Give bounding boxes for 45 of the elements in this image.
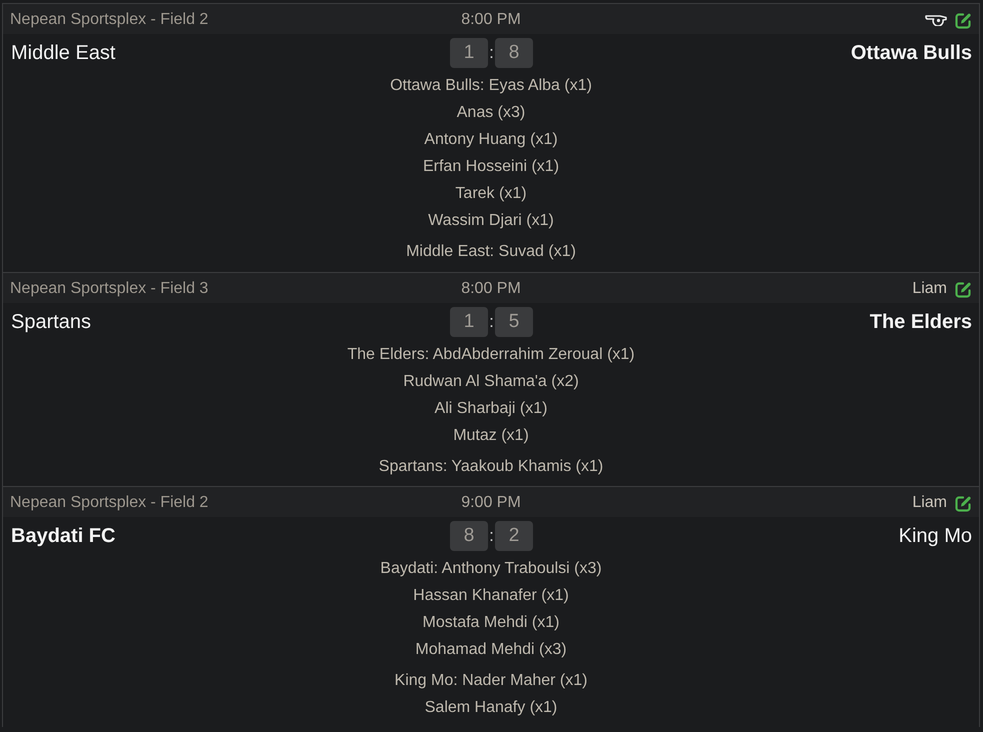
game-time: 8:00 PM [461,11,521,29]
edit-icon[interactable] [955,494,972,512]
scorer-line: Ottawa Bulls: Eyas Alba (x1) [390,76,592,96]
away-score: 8 [495,38,533,68]
scorer-line: Rudwan Al Shama'a (x2) [403,372,579,392]
scorer-line: Hassan Khanafer (x1) [413,586,569,606]
scorer-line: Salem Hanafy (x1) [424,698,558,718]
team-name: Ottawa Bulls [850,42,972,64]
team-name: Middle East [11,42,116,64]
game-time: 8:00 PM [461,280,521,298]
scorer-line: Middle East: Suvad (x1) [406,242,576,262]
score-separator: : [488,312,495,332]
team-name: King Mo [898,524,972,548]
scorer-line: Antony Huang (x1) [424,130,558,150]
referee-name: Liam [912,494,947,512]
home-score: 1 [450,307,488,337]
edit-icon[interactable] [955,280,972,298]
away-score: 2 [495,521,533,551]
scorer-line: Erfan Hosseini (x1) [422,157,560,177]
team-name: The Elders [870,310,972,334]
scorer-line: Mohamad Mehdi (x3) [415,640,567,660]
team-name: Spartans [11,310,92,334]
scorer-line: Mutaz (x1) [453,426,529,446]
scorer-line: King Mo: Nader Maher (x1) [394,671,588,691]
scorer-line: Tarek (x1) [455,184,527,204]
score-separator: : [488,526,495,546]
venue-label: Nepean Sportsplex - Field 2 [10,11,208,29]
venue-label: Nepean Sportsplex - Field 3 [10,280,208,298]
score-separator: : [488,43,495,63]
scorer-line: Mostafa Mehdi (x1) [422,613,560,633]
away-score: 5 [495,307,533,337]
scorer-line: Anas (x3) [456,103,526,123]
referee-name: Liam [912,280,947,298]
venue-label: Nepean Sportsplex - Field 2 [10,494,208,512]
scorer-line: Wassim Djari (x1) [428,211,554,231]
scorer-line: Spartans: Yaakoub Khamis (x1) [378,457,604,477]
scorer-line: The Elders: AbdAbderrahim Zeroual (x1) [347,345,635,365]
home-score: 1 [450,38,488,68]
whistle-icon [925,14,947,26]
scorer-line: Baydati: Anthony Traboulsi (x3) [380,559,602,579]
scorer-line: Ali Sharbaji (x1) [434,399,548,419]
game-time: 9:00 PM [461,494,521,512]
edit-icon[interactable] [955,12,972,28]
team-name: Baydati FC [11,524,116,548]
home-score: 8 [450,521,488,551]
